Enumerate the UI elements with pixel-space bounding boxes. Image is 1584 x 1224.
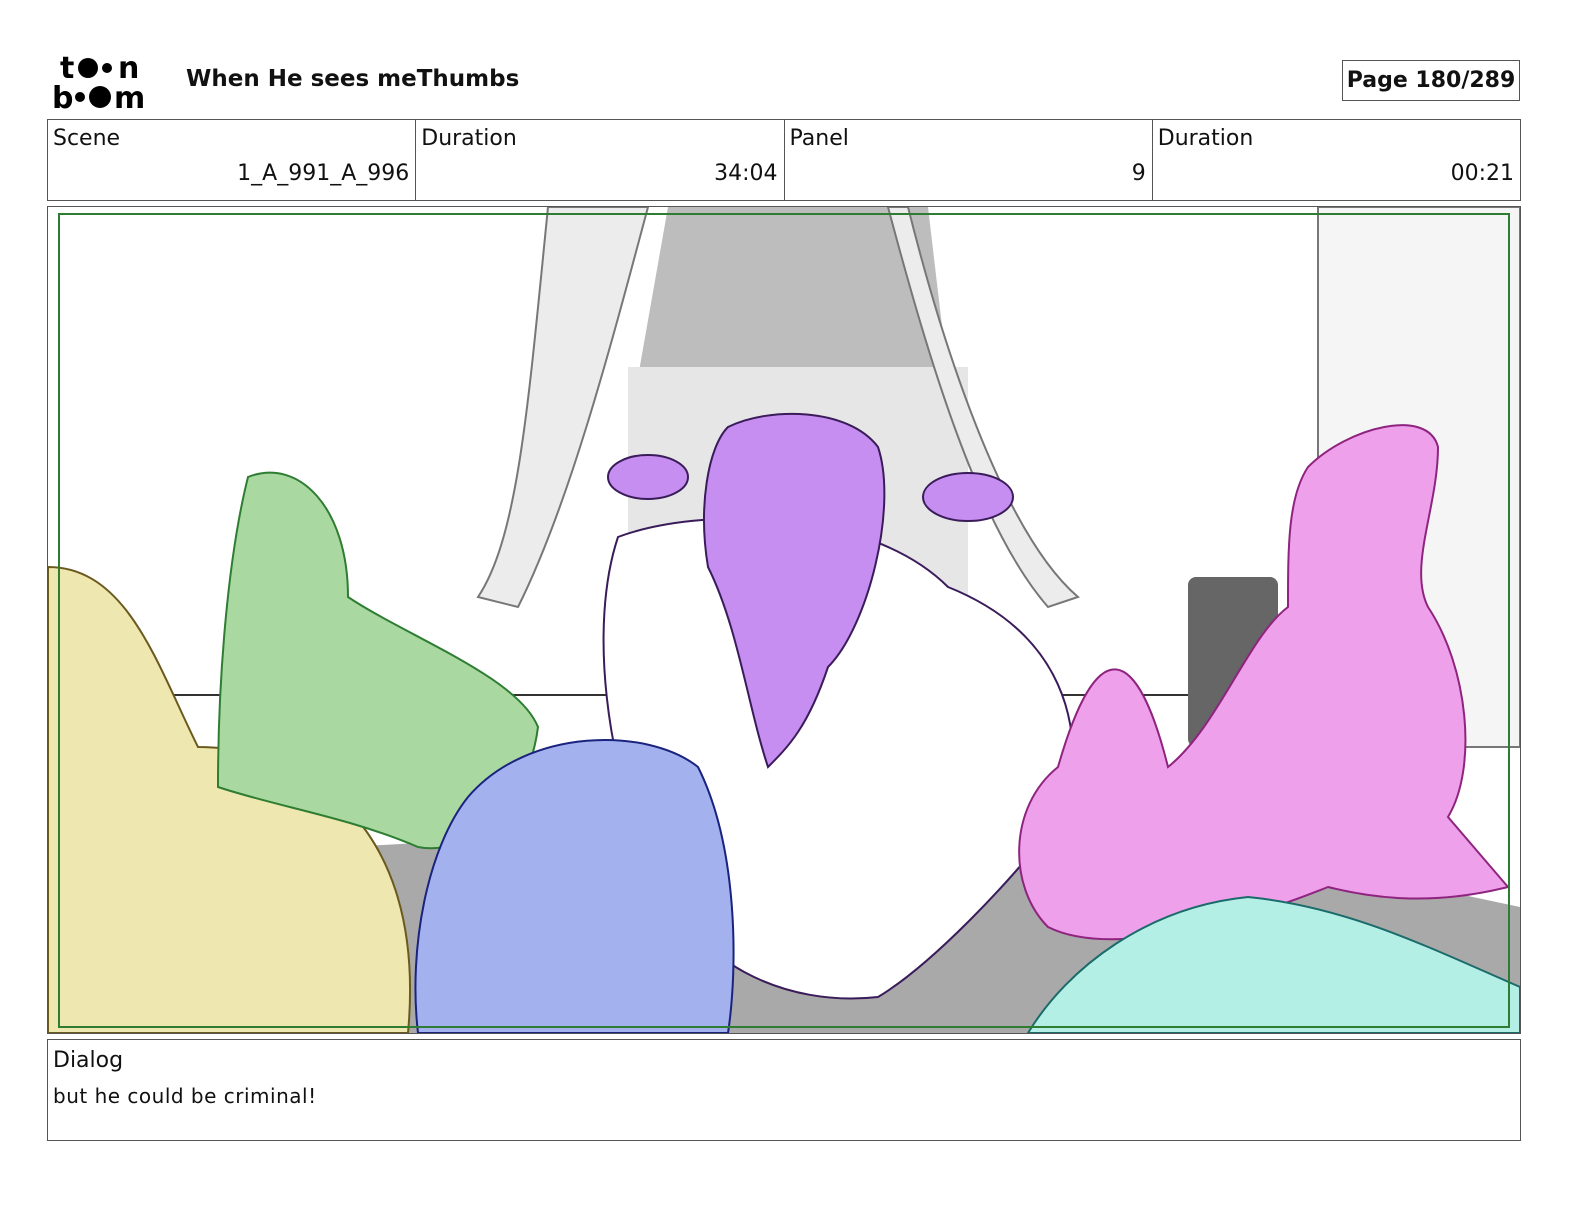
dialog-text: but he could be criminal! [53,1084,317,1108]
scene-duration-cell: Duration 34:04 [416,120,785,200]
storyboard-title: When He sees meThumbs [186,66,520,92]
panel-info-table: Scene 1_A_991_A_996 Duration 34:04 Panel… [47,119,1521,201]
toon-boom-logo: t n b m [52,50,164,116]
storyboard-panel-image [47,206,1521,1034]
scene-value: 1_A_991_A_996 [237,161,410,186]
panel-value: 9 [1131,161,1146,186]
dialog-label: Dialog [53,1048,124,1073]
scene-cell: Scene 1_A_991_A_996 [48,120,417,200]
scene-duration-value: 34:04 [714,161,778,186]
panel-duration-cell: Duration 00:21 [1153,120,1520,200]
dialog-box: Dialog but he could be criminal! [47,1039,1521,1141]
panel-cell: Panel 9 [785,120,1153,200]
scene-label: Scene [53,126,121,151]
panel-duration-value: 00:21 [1450,161,1514,186]
page-indicator: Page 180/289 [1342,60,1520,101]
panel-duration-label: Duration [1157,126,1254,151]
scene-duration-label: Duration [421,126,517,151]
sketch-drawing [48,207,1520,1033]
panel-label: Panel [789,126,849,151]
svg-text:m: m [114,81,145,112]
svg-text:b: b [52,81,73,112]
